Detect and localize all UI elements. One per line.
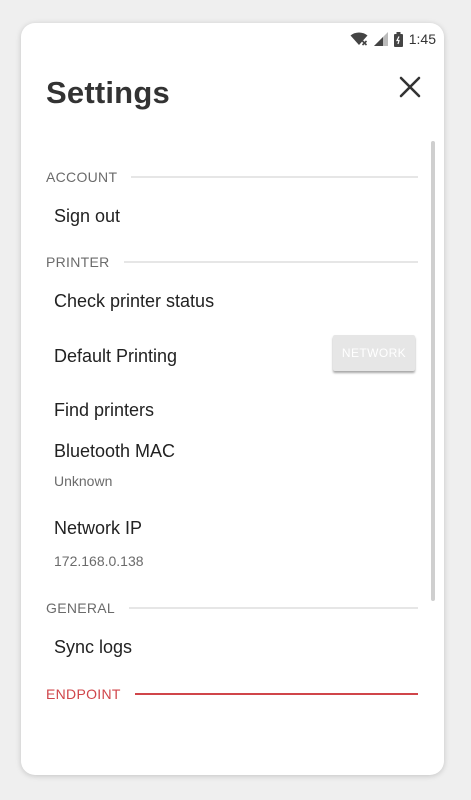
section-divider	[134, 693, 418, 695]
default-printing-item[interactable]: Default Printing	[54, 346, 177, 367]
section-header-general: GENERAL	[46, 598, 418, 618]
default-printing-network-button[interactable]: NETWORK	[333, 335, 415, 371]
status-bar: 1:45	[350, 29, 436, 49]
sign-out-item[interactable]: Sign out	[54, 206, 120, 227]
settings-dialog: 1:45 Settings ACCOUNT Sign out PRINTER C…	[21, 23, 444, 775]
network-ip-item[interactable]: Network IP	[54, 518, 142, 539]
battery-icon	[393, 31, 403, 47]
find-printers-item[interactable]: Find printers	[54, 400, 154, 421]
scrollbar[interactable]	[431, 141, 435, 601]
section-divider	[129, 607, 418, 609]
section-label: GENERAL	[46, 600, 116, 616]
page-title: Settings	[46, 75, 170, 110]
check-printer-status-item[interactable]: Check printer status	[54, 291, 214, 312]
section-header-account: ACCOUNT	[46, 167, 418, 187]
section-divider	[123, 261, 418, 263]
bluetooth-mac-value: Unknown	[54, 473, 113, 489]
status-time: 1:45	[408, 31, 436, 47]
section-header-printer: PRINTER	[46, 252, 418, 272]
section-label: PRINTER	[46, 254, 110, 270]
bluetooth-mac-item[interactable]: Bluetooth MAC	[54, 441, 175, 462]
signal-icon	[373, 32, 388, 46]
close-icon[interactable]	[396, 73, 424, 101]
wifi-icon	[350, 32, 368, 46]
section-label: ENDPOINT	[46, 686, 121, 702]
section-header-endpoint: ENDPOINT	[46, 684, 418, 704]
section-label: ACCOUNT	[46, 169, 118, 185]
network-ip-value: 172.168.0.138	[54, 553, 144, 569]
sync-logs-item[interactable]: Sync logs	[54, 637, 132, 658]
section-divider	[131, 176, 418, 178]
